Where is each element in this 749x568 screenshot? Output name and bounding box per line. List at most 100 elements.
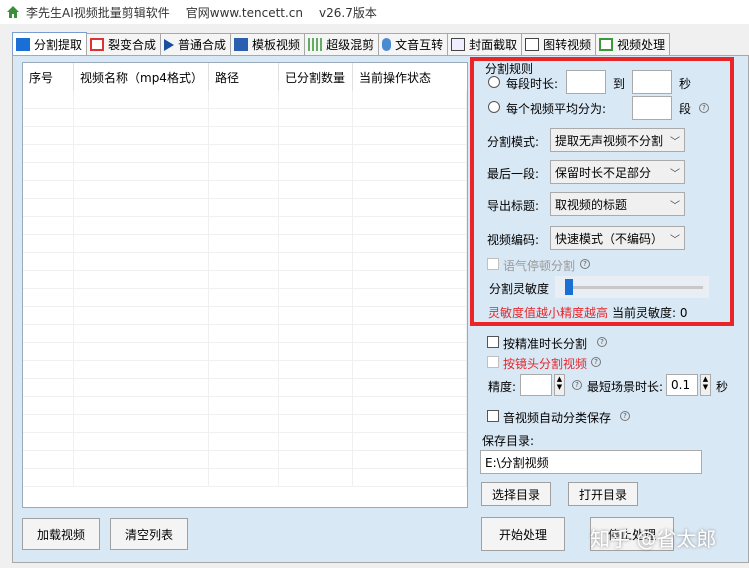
- bookmark-icon: [234, 38, 249, 51]
- help-icon[interactable]: ?: [699, 103, 709, 113]
- table-cell: [23, 451, 74, 468]
- tab-cover-capture[interactable]: 封面截取: [447, 33, 523, 55]
- table-row: [23, 127, 467, 145]
- tab-fission-compose[interactable]: 裂变合成: [86, 33, 162, 55]
- precision-spinner[interactable]: ▲ ▼: [554, 374, 565, 396]
- table-cell: [279, 199, 353, 216]
- table-row: [23, 271, 467, 289]
- help-icon[interactable]: ?: [591, 357, 601, 367]
- table-cell: [74, 163, 209, 180]
- table-cell: [23, 379, 74, 396]
- table-cell: [279, 127, 353, 144]
- tab-image-to-video[interactable]: 图转视频: [521, 33, 597, 55]
- help-icon[interactable]: ?: [580, 259, 590, 269]
- table-row: [23, 325, 467, 343]
- per-segment-radio[interactable]: [488, 76, 500, 88]
- table-cell: [279, 217, 353, 234]
- table-cell: [279, 145, 353, 162]
- table-cell: [353, 361, 467, 378]
- table-cell: [279, 271, 353, 288]
- table-cell: [353, 127, 467, 144]
- table-cell: [74, 415, 209, 432]
- open-dir-button[interactable]: 打开目录: [568, 482, 638, 506]
- table-cell: [353, 91, 467, 108]
- table-row: [23, 235, 467, 253]
- table-cell: [279, 163, 353, 180]
- choose-dir-button[interactable]: 选择目录: [481, 482, 551, 506]
- encoding-label: 视频编码:: [487, 233, 540, 247]
- play-arrow-icon: [164, 38, 175, 51]
- split-mode-select[interactable]: 提取无声视频不分割 ﹀: [550, 128, 685, 152]
- home-icon: [7, 6, 19, 18]
- clear-list-button[interactable]: 清空列表: [110, 518, 188, 550]
- tab-split-extract[interactable]: 分割提取: [12, 32, 88, 55]
- save-dir-input[interactable]: E:\分割视频: [480, 450, 702, 474]
- pause-split-checkbox[interactable]: [487, 258, 499, 270]
- table-cell: [23, 127, 74, 144]
- table-cell: [209, 289, 279, 306]
- table-cell: [209, 343, 279, 360]
- table-cell: [353, 145, 467, 162]
- precision-input[interactable]: [520, 374, 552, 396]
- table-cell: [279, 289, 353, 306]
- table-row: [23, 163, 467, 181]
- start-button[interactable]: 开始处理: [481, 517, 565, 551]
- tab-super-mix[interactable]: 超级混剪: [304, 33, 380, 55]
- table-cell: [74, 307, 209, 324]
- table-cell: [23, 397, 74, 414]
- avg-split-radio[interactable]: [488, 101, 500, 113]
- segment-max-input[interactable]: [632, 70, 672, 94]
- waveform-icon: [308, 38, 323, 51]
- shot-split-checkbox[interactable]: [487, 356, 499, 368]
- table-cell: [23, 271, 74, 288]
- tab-video-process[interactable]: 视频处理: [595, 33, 671, 55]
- table-cell: [23, 433, 74, 450]
- split-mode-label: 分割模式:: [487, 135, 540, 149]
- table-cell: [209, 397, 279, 414]
- sensitivity-slider[interactable]: [555, 276, 709, 298]
- table-row: [23, 343, 467, 361]
- tab-template-video[interactable]: 模板视频: [230, 33, 306, 55]
- table-cell: [279, 415, 353, 432]
- copy-icon: [90, 38, 105, 51]
- table-cell: [74, 235, 209, 252]
- frame-icon: [525, 38, 540, 51]
- table-cell: [353, 235, 467, 252]
- table-cell: [353, 217, 467, 234]
- tab-strip: 分割提取 裂变合成 普通合成 模板视频 超级混剪 文音互转 封面截取 图转视频 …: [12, 32, 671, 55]
- help-icon[interactable]: ?: [597, 337, 607, 347]
- help-icon[interactable]: ?: [572, 380, 582, 390]
- segment-count-input[interactable]: [632, 96, 672, 120]
- table-cell: [23, 91, 74, 108]
- video-table[interactable]: 序号 视频名称（mp4格式） 路径 已分割数量 当前操作状态: [22, 62, 468, 508]
- load-video-button[interactable]: 加载视频: [22, 518, 100, 550]
- table-cell: [209, 91, 279, 108]
- tab-text-audio[interactable]: 文音互转: [378, 33, 449, 55]
- table-cell: [209, 235, 279, 252]
- table-cell: [353, 433, 467, 450]
- table-cell: [23, 343, 74, 360]
- encoding-select[interactable]: 快速模式（不编码） ﹀: [550, 226, 685, 250]
- table-row: [23, 109, 467, 127]
- table-cell: [74, 199, 209, 216]
- segment-min-input[interactable]: [566, 70, 606, 94]
- table-cell: [353, 325, 467, 342]
- min-scene-spinner[interactable]: ▲ ▼: [700, 374, 711, 396]
- table-cell: [209, 253, 279, 270]
- export-title-select[interactable]: 取视频的标题 ﹀: [550, 192, 685, 216]
- table-cell: [74, 325, 209, 342]
- table-cell: [23, 235, 74, 252]
- auto-classify-checkbox[interactable]: [487, 410, 499, 422]
- table-cell: [74, 271, 209, 288]
- table-cell: [209, 307, 279, 324]
- last-segment-select[interactable]: 保留时长不足部分 ﹀: [550, 160, 685, 184]
- precise-split-checkbox[interactable]: [487, 336, 499, 348]
- tab-normal-compose[interactable]: 普通合成: [160, 33, 232, 55]
- slider-thumb[interactable]: [565, 279, 573, 295]
- table-cell: [23, 289, 74, 306]
- table-row: [23, 181, 467, 199]
- help-icon[interactable]: ?: [620, 411, 630, 421]
- min-scene-input[interactable]: 0.1: [666, 374, 698, 396]
- table-cell: [353, 469, 467, 486]
- sensitivity-note: 灵敏度值越小精度越高: [488, 306, 609, 320]
